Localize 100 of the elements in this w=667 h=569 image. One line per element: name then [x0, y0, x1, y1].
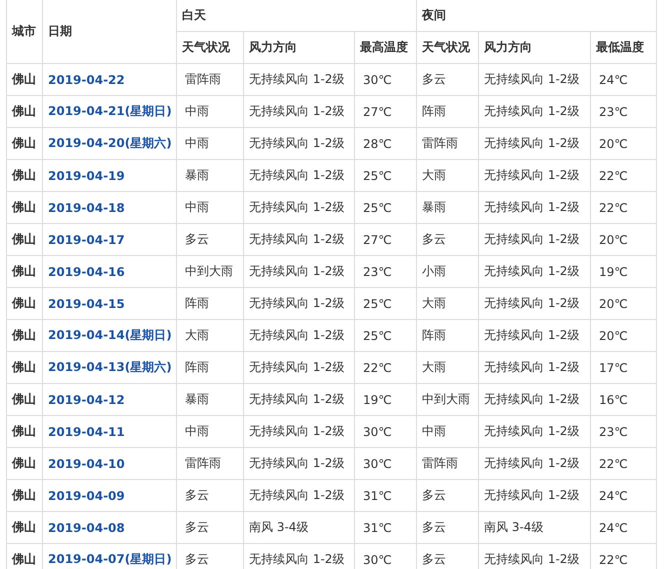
date-link[interactable]: 2019-04-14(星期日) [48, 328, 172, 342]
date-link[interactable]: 2019-04-15 [48, 296, 125, 310]
table-cell: 无持续风向 1-2级 [478, 64, 590, 96]
table-cell: 30℃ [354, 64, 416, 96]
table-cell: 23℃ [354, 256, 416, 288]
table-cell: 25℃ [354, 160, 416, 192]
table-cell: 22℃ [590, 160, 656, 192]
date-link[interactable]: 2019-04-08 [48, 520, 125, 534]
table-cell: 无持续风向 1-2级 [244, 384, 354, 416]
date-link[interactable]: 2019-04-12 [48, 392, 125, 406]
date-link[interactable]: 2019-04-11 [48, 424, 125, 438]
column-header: 最低温度 [590, 32, 656, 64]
table-cell: 佛山 [6, 256, 42, 288]
table-cell: 阵雨 [176, 288, 244, 320]
table-cell: 佛山 [6, 384, 42, 416]
date-link[interactable]: 2019-04-22 [48, 72, 125, 86]
table-cell: 大雨 [416, 288, 478, 320]
column-header: 天气状况 [416, 32, 478, 64]
table-cell: 佛山 [6, 128, 42, 160]
table-cell: 无持续风向 1-2级 [244, 128, 354, 160]
table-cell: 南风 3-4级 [478, 512, 590, 544]
table-cell: 中雨 [176, 416, 244, 448]
table-cell: 无持续风向 1-2级 [478, 256, 590, 288]
date-link[interactable]: 2019-04-16 [48, 264, 125, 278]
table-cell: 31℃ [354, 512, 416, 544]
column-header: 日期 [42, 0, 176, 64]
table-cell: 大雨 [416, 160, 478, 192]
table-cell: 24℃ [590, 512, 656, 544]
table-cell: 无持续风向 1-2级 [478, 480, 590, 512]
column-header: 风力方向 [244, 32, 354, 64]
table-cell: 20℃ [590, 128, 656, 160]
table-cell: 佛山 [6, 192, 42, 224]
table-cell: 31℃ [354, 480, 416, 512]
table-cell: 无持续风向 1-2级 [244, 448, 354, 480]
table-cell: 20℃ [590, 288, 656, 320]
table-cell: 30℃ [354, 448, 416, 480]
table-cell: 多云 [416, 480, 478, 512]
table-cell: 无持续风向 1-2级 [478, 288, 590, 320]
date-link[interactable]: 2019-04-18 [48, 200, 125, 214]
table-cell: 暴雨 [416, 192, 478, 224]
table-cell: 佛山 [6, 544, 42, 569]
date-link[interactable]: 2019-04-10 [48, 456, 125, 470]
column-header: 最高温度 [354, 32, 416, 64]
table-cell: 阵雨 [416, 320, 478, 352]
table-cell: 23℃ [590, 416, 656, 448]
table-cell: 多云 [176, 512, 244, 544]
table-cell: 中雨 [176, 128, 244, 160]
table-cell: 佛山 [6, 64, 42, 96]
table-cell: 佛山 [6, 416, 42, 448]
table-cell: 暴雨 [176, 384, 244, 416]
table-cell: 无持续风向 1-2级 [478, 416, 590, 448]
table-cell: 佛山 [6, 448, 42, 480]
table-cell: 27℃ [354, 96, 416, 128]
table-cell: 无持续风向 1-2级 [478, 128, 590, 160]
table-cell: 佛山 [6, 320, 42, 352]
table-cell: 多云 [416, 64, 478, 96]
table-cell: 无持续风向 1-2级 [244, 416, 354, 448]
group-header: 夜间 [416, 0, 656, 32]
table-cell: 南风 3-4级 [244, 512, 354, 544]
table-cell: 中到大雨 [416, 384, 478, 416]
date-link[interactable]: 2019-04-13(星期六) [48, 360, 172, 374]
table-cell: 20℃ [590, 320, 656, 352]
table-cell: 雷阵雨 [416, 128, 478, 160]
table-cell: 无持续风向 1-2级 [244, 192, 354, 224]
table-cell: 中雨 [176, 192, 244, 224]
date-link[interactable]: 2019-04-07(星期日) [48, 552, 172, 566]
table-cell: 无持续风向 1-2级 [478, 160, 590, 192]
table-cell: 阵雨 [416, 96, 478, 128]
table-cell: 小雨 [416, 256, 478, 288]
table-cell: 无持续风向 1-2级 [478, 96, 590, 128]
table-cell: 无持续风向 1-2级 [244, 224, 354, 256]
table-cell: 雷阵雨 [176, 448, 244, 480]
table-cell: 20℃ [590, 224, 656, 256]
table-cell: 佛山 [6, 96, 42, 128]
date-link[interactable]: 2019-04-09 [48, 488, 125, 502]
date-link[interactable]: 2019-04-17 [48, 232, 125, 246]
table-cell: 暴雨 [176, 160, 244, 192]
table-cell: 24℃ [590, 480, 656, 512]
table-cell: 25℃ [354, 320, 416, 352]
table-cell: 无持续风向 1-2级 [244, 96, 354, 128]
table-cell: 22℃ [590, 448, 656, 480]
table-cell: 大雨 [416, 352, 478, 384]
table-cell: 无持续风向 1-2级 [244, 480, 354, 512]
table-cell: 24℃ [590, 64, 656, 96]
table-cell: 27℃ [354, 224, 416, 256]
table-cell: 无持续风向 1-2级 [478, 384, 590, 416]
table-cell: 无持续风向 1-2级 [478, 224, 590, 256]
table-cell: 25℃ [354, 288, 416, 320]
table-cell: 19℃ [354, 384, 416, 416]
date-link[interactable]: 2019-04-20(星期六) [48, 136, 172, 150]
date-link[interactable]: 2019-04-21(星期日) [48, 104, 172, 118]
table-cell: 无持续风向 1-2级 [244, 160, 354, 192]
table-cell: 雷阵雨 [176, 64, 244, 96]
table-cell: 无持续风向 1-2级 [478, 192, 590, 224]
table-cell: 23℃ [590, 96, 656, 128]
table-cell: 雷阵雨 [416, 448, 478, 480]
date-link[interactable]: 2019-04-19 [48, 168, 125, 182]
table-cell: 佛山 [6, 160, 42, 192]
table-cell: 无持续风向 1-2级 [244, 320, 354, 352]
column-header: 风力方向 [478, 32, 590, 64]
